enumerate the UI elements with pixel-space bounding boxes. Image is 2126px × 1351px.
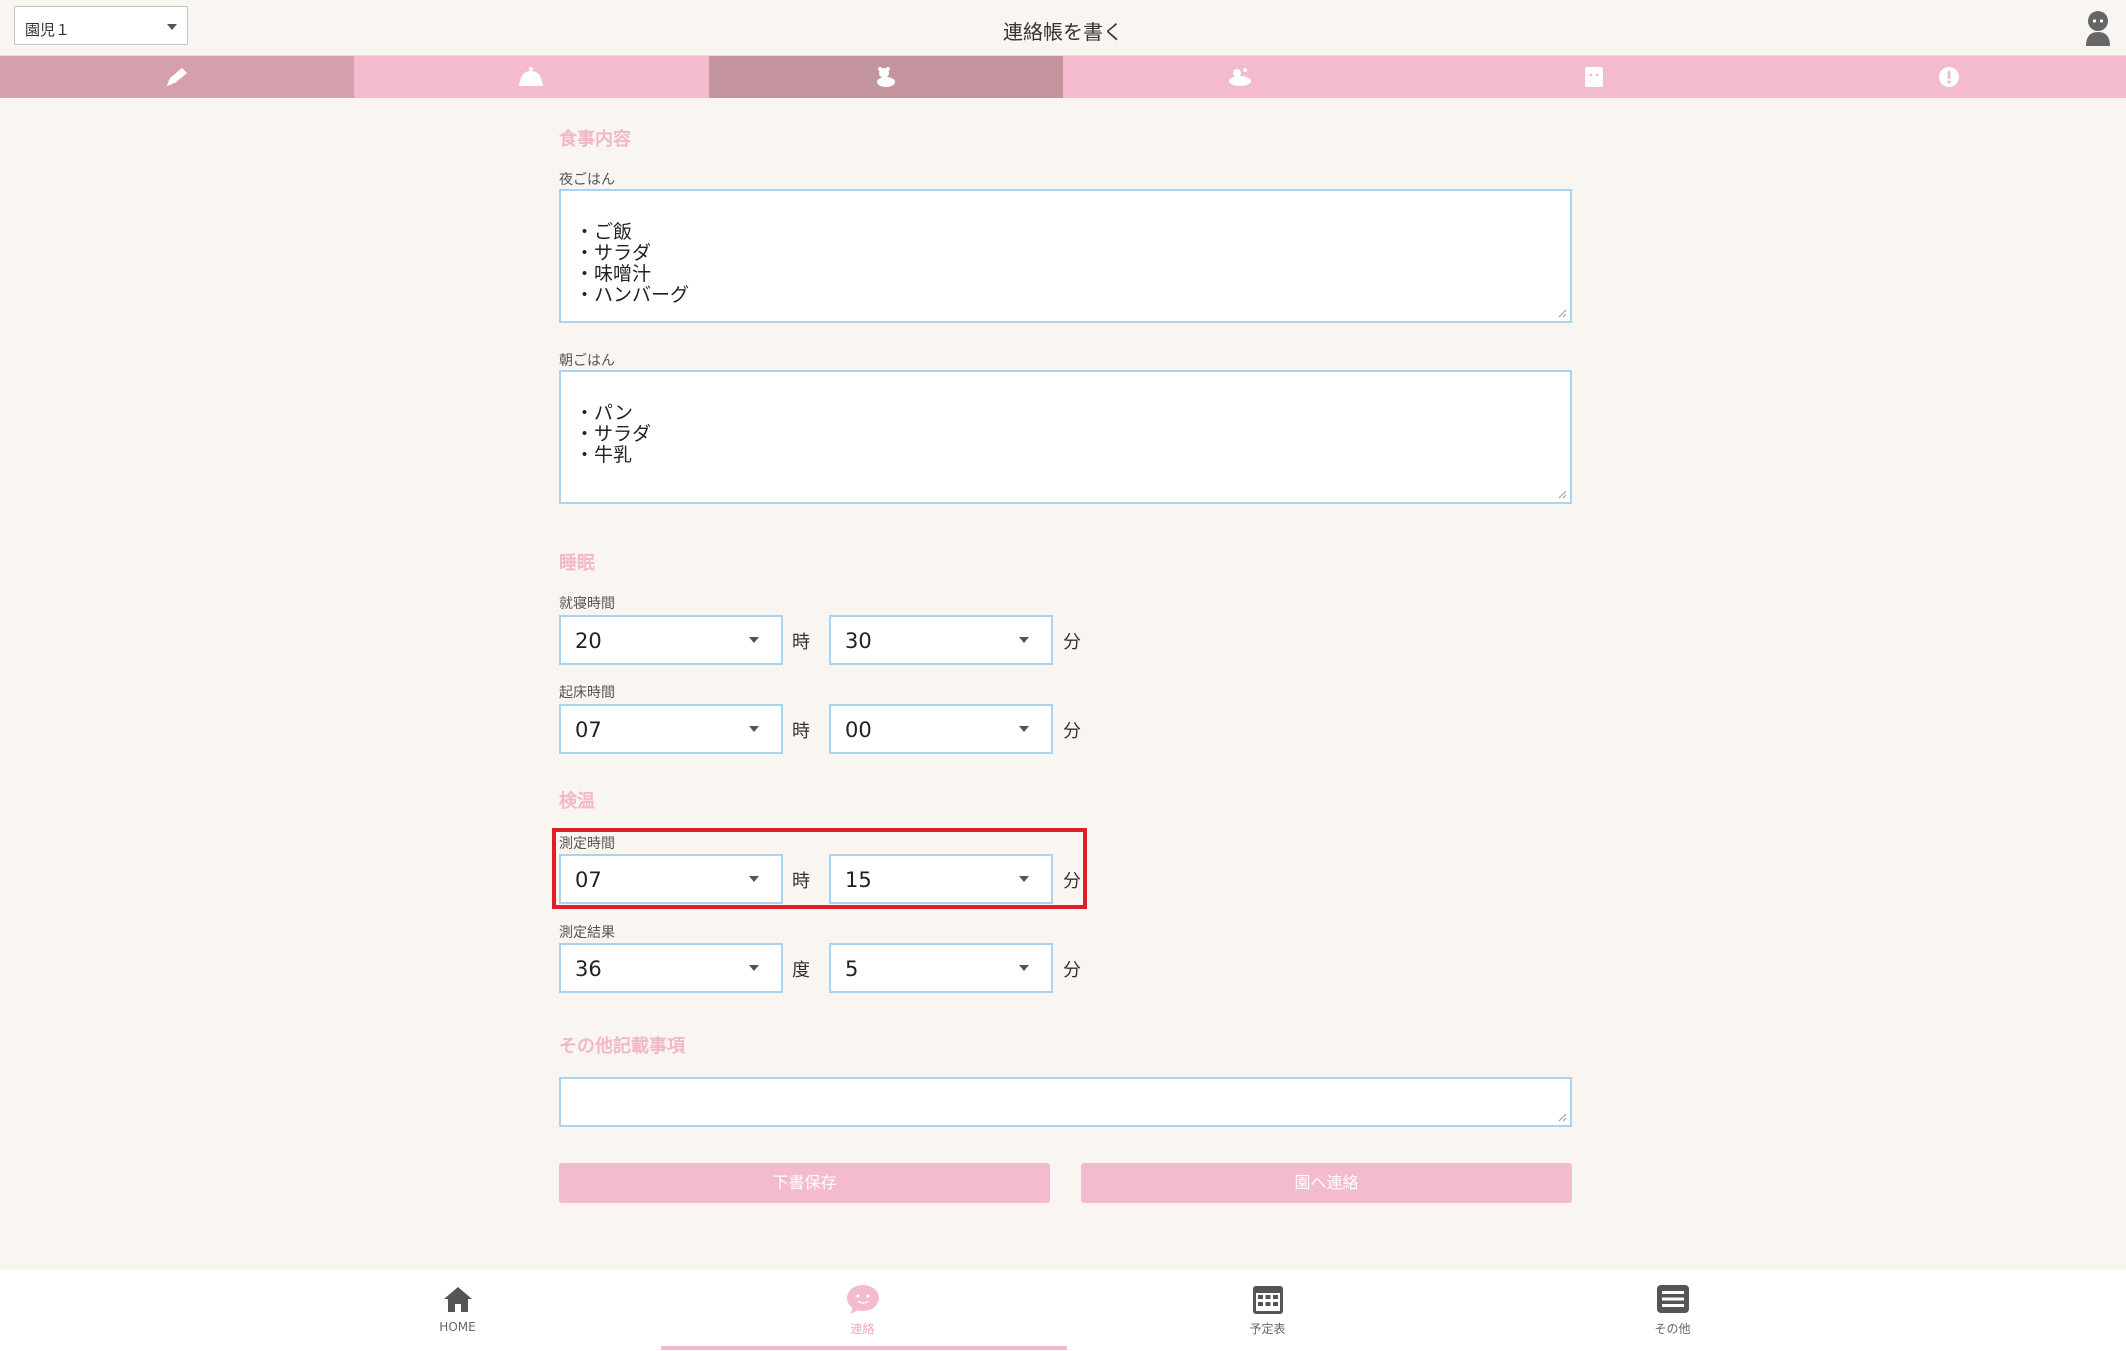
tab-notebook[interactable]: [1417, 56, 1772, 98]
highlight-box: [552, 828, 1087, 909]
tab-alert[interactable]: [1771, 56, 2126, 98]
chevron-down-icon: [749, 726, 759, 732]
notes-textarea[interactable]: [559, 1077, 1572, 1127]
bath-icon: [1229, 68, 1252, 86]
home-icon: [443, 1287, 472, 1312]
bedtime-minute-select[interactable]: 30: [829, 615, 1053, 665]
tab-meal[interactable]: [354, 56, 709, 98]
tab-bath[interactable]: [1062, 56, 1418, 98]
chevron-down-icon: [1019, 726, 1029, 732]
hour-unit: 時: [792, 632, 810, 653]
menu-icon: [1656, 1285, 1689, 1313]
wake-minute-select[interactable]: 00: [829, 704, 1053, 754]
resize-grip-icon[interactable]: [1555, 306, 1567, 318]
result-decimal-value: 5: [845, 957, 859, 981]
minute-unit: 分: [1063, 632, 1081, 653]
minute-unit: 分: [1063, 721, 1081, 742]
temperature-section-title: 検温: [559, 791, 595, 812]
breakfast-label: 朝ごはん: [559, 353, 615, 369]
wake-minute-value: 00: [845, 718, 872, 742]
result-decimal-select[interactable]: 5: [829, 943, 1053, 993]
nav-home-label: HOME: [439, 1320, 476, 1334]
app-header: 園児１ 連絡帳を書く: [0, 0, 2126, 56]
chevron-down-icon: [749, 637, 759, 643]
degree-unit: 度: [792, 960, 810, 981]
pencil-icon: [167, 68, 188, 86]
nav-message[interactable]: 連絡: [660, 1270, 1065, 1351]
breakfast-textarea[interactable]: ・パン ・サラダ ・牛乳: [559, 370, 1572, 504]
dinner-label: 夜ごはん: [559, 172, 615, 188]
nav-home[interactable]: HOME: [255, 1270, 660, 1351]
notes-section-title: その他記載事項: [559, 1036, 685, 1057]
chat-icon: [846, 1285, 879, 1314]
meal-section-title: 食事内容: [559, 129, 631, 150]
result-label: 測定結果: [559, 925, 615, 941]
chevron-down-icon: [749, 965, 759, 971]
calendar-icon: [1252, 1286, 1283, 1314]
chevron-down-icon: [1019, 637, 1029, 643]
tab-sleep[interactable]: [708, 56, 1063, 98]
nav-schedule-label: 予定表: [1249, 1322, 1286, 1336]
sleep-bear-icon: [876, 67, 895, 87]
bedtime-hour-select[interactable]: 20: [559, 615, 783, 665]
nav-schedule[interactable]: 予定表: [1065, 1270, 1470, 1351]
resize-grip-icon[interactable]: [1555, 1110, 1567, 1122]
meal-icon: [519, 67, 544, 86]
nav-other-label: その他: [1654, 1322, 1691, 1336]
hour-unit: 時: [792, 721, 810, 742]
wake-label: 起床時間: [559, 685, 615, 701]
bedtime-minute-value: 30: [845, 629, 872, 653]
category-tabs: [0, 56, 2126, 98]
bottom-nav: HOME 連絡 予定表 その他: [0, 1270, 2126, 1351]
dinner-value: ・ご飯 ・サラダ ・味噌汁 ・ハンバーグ: [575, 221, 690, 306]
save-draft-button[interactable]: 下書保存: [559, 1163, 1050, 1203]
minute-unit: 分: [1063, 960, 1081, 981]
notebook-icon: [1585, 67, 1604, 87]
alert-icon: [1938, 67, 1959, 87]
breakfast-value: ・パン ・サラダ ・牛乳: [575, 402, 652, 466]
chevron-down-icon: [1019, 965, 1029, 971]
wake-hour-select[interactable]: 07: [559, 704, 783, 754]
nav-other[interactable]: その他: [1470, 1270, 1875, 1351]
tab-note[interactable]: [0, 56, 355, 98]
dinner-textarea[interactable]: ・ご飯 ・サラダ ・味噌汁 ・ハンバーグ: [559, 189, 1572, 323]
user-avatar-icon[interactable]: [2084, 10, 2112, 46]
send-to-school-button[interactable]: 園へ連絡: [1081, 1163, 1572, 1203]
result-degree-select[interactable]: 36: [559, 943, 783, 993]
nav-message-label: 連絡: [850, 1322, 875, 1336]
wake-hour-value: 07: [575, 718, 602, 742]
bedtime-hour-value: 20: [575, 629, 602, 653]
bedtime-label: 就寝時間: [559, 596, 615, 612]
resize-grip-icon[interactable]: [1555, 487, 1567, 499]
active-nav-indicator: [661, 1346, 1067, 1350]
sleep-section-title: 睡眠: [559, 553, 595, 574]
result-degree-value: 36: [575, 957, 602, 981]
page-title: 連絡帳を書く: [1003, 20, 1123, 44]
